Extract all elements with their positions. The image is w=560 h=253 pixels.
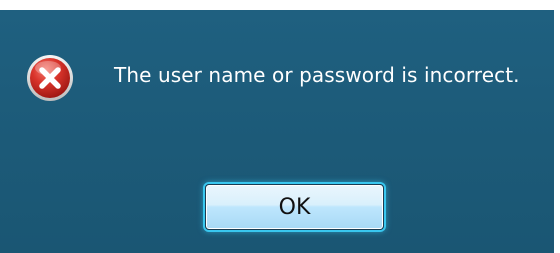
error-dialog: The user name or password is incorrect. … <box>0 10 554 253</box>
ok-button-label: OK <box>278 195 311 220</box>
error-message: The user name or password is incorrect. <box>114 63 520 87</box>
error-icon <box>26 54 74 102</box>
ok-button[interactable]: OK <box>205 184 384 230</box>
